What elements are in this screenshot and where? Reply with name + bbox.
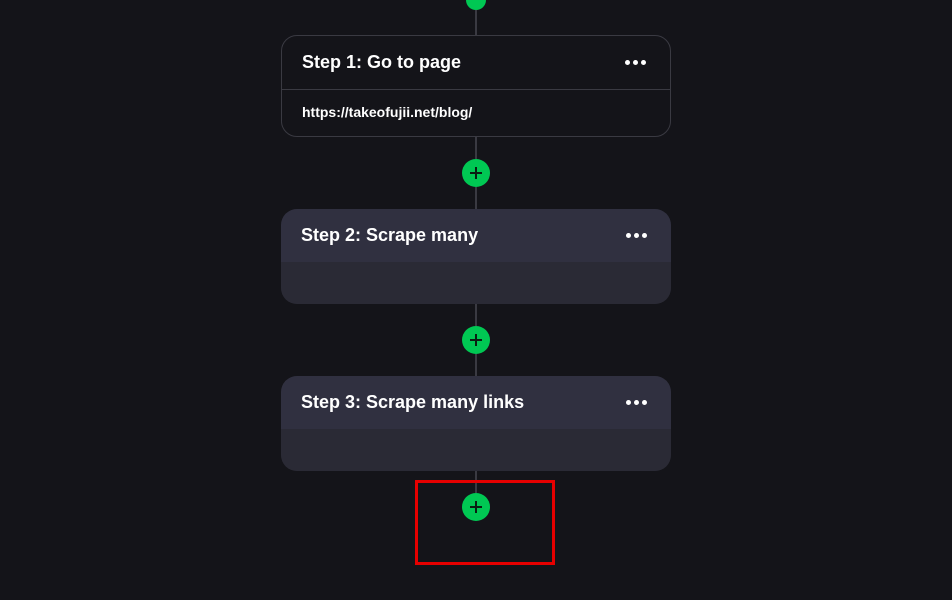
step-title-1: Step 1: Go to page [302,52,461,73]
more-dots-icon [642,233,647,238]
connector-line [475,354,477,376]
more-dots-icon [633,60,638,65]
workflow-container: Step 1: Go to page https://takeofujii.ne… [0,0,952,521]
step-body-2 [281,262,671,304]
step-title-3: Step 3: Scrape many links [301,392,524,413]
step-header-1: Step 1: Go to page [282,36,670,89]
connector-section-3 [462,471,490,521]
step-url-1: https://takeofujii.net/blog/ [302,104,472,120]
start-node [466,0,486,10]
more-dots-icon [626,400,631,405]
connector-section-1 [462,137,490,209]
add-step-button-2[interactable] [462,326,490,354]
connector-line [475,304,477,326]
more-dots-icon [634,233,639,238]
step-card-2[interactable]: Step 2: Scrape many [281,209,671,304]
step-header-2: Step 2: Scrape many [281,209,671,262]
step-card-1[interactable]: Step 1: Go to page https://takeofujii.ne… [281,35,671,137]
more-dots-icon [642,400,647,405]
more-dots-icon [626,233,631,238]
step-body-3 [281,429,671,471]
more-button-3[interactable] [622,396,651,409]
add-step-button-3[interactable] [462,493,490,521]
step-title-2: Step 2: Scrape many [301,225,478,246]
step-header-3: Step 3: Scrape many links [281,376,671,429]
connector-line [475,10,477,35]
more-dots-icon [641,60,646,65]
step-body-1: https://takeofujii.net/blog/ [282,89,670,136]
more-dots-icon [625,60,630,65]
connector-section-2 [462,304,490,376]
step-card-3[interactable]: Step 3: Scrape many links [281,376,671,471]
add-step-button-1[interactable] [462,159,490,187]
connector-line [475,187,477,209]
more-button-1[interactable] [621,56,650,69]
more-dots-icon [634,400,639,405]
more-button-2[interactable] [622,229,651,242]
connector-line [475,471,477,493]
connector-line [475,137,477,159]
